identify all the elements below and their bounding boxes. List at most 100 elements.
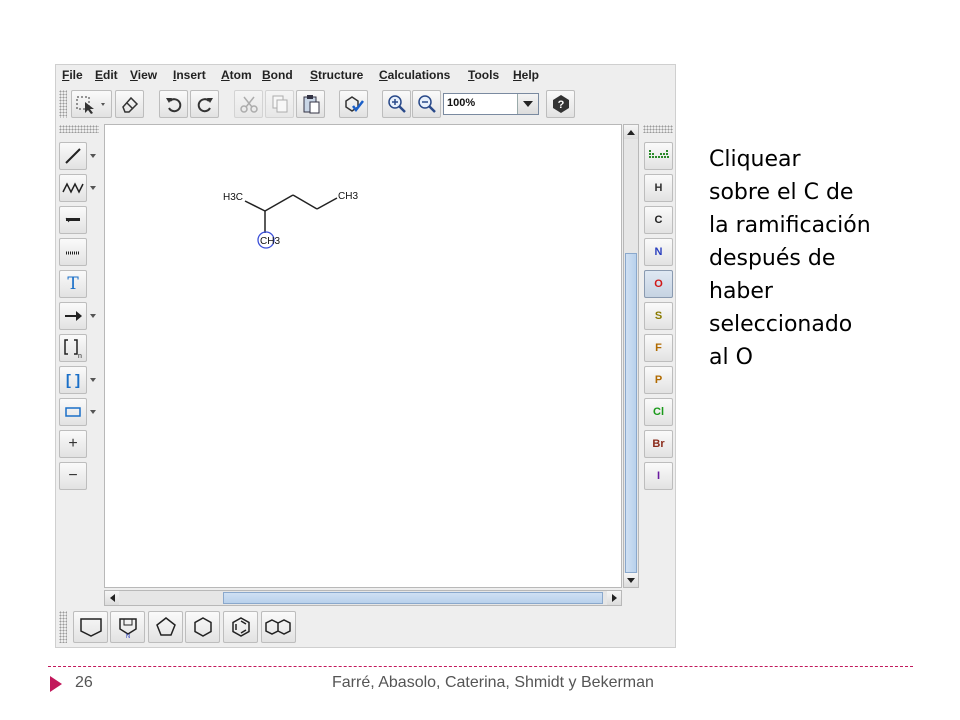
select-tool-button[interactable]	[71, 90, 112, 118]
minus-icon: −	[68, 467, 78, 484]
chevron-down-icon[interactable]	[90, 409, 96, 415]
element-button-c[interactable]: C	[644, 206, 673, 234]
horizontal-scroll-thumb[interactable]	[223, 592, 603, 604]
footer-authors: Farré, Abasolo, Caterina, Shmidt y Beker…	[332, 674, 654, 691]
menu-bar: File Edit View Insert Atom Bond Structur…	[56, 65, 675, 86]
zoom-in-button[interactable]	[382, 90, 411, 118]
bond	[244, 200, 266, 212]
instruction-line: la ramificación	[709, 213, 871, 238]
element-symbol: I	[656, 470, 661, 482]
copy-icon	[272, 95, 287, 113]
chevron-down-icon[interactable]	[90, 377, 96, 383]
menu-structure[interactable]: Structure	[310, 68, 363, 82]
rectangle-icon	[65, 407, 81, 417]
chevron-down-icon[interactable]	[90, 185, 96, 191]
eraser-icon	[121, 96, 138, 113]
element-button-p[interactable]: P	[644, 366, 673, 394]
decrease-charge-tool[interactable]: −	[59, 462, 87, 490]
repeat-bracket-tool[interactable]: n	[59, 334, 87, 362]
right-toolbar-grip[interactable]	[643, 125, 673, 133]
dashed-bond-icon	[66, 251, 80, 255]
template-cyclohexane[interactable]	[185, 611, 220, 643]
dashed-bond-tool[interactable]	[59, 238, 87, 266]
single-bond-tool[interactable]	[59, 142, 87, 170]
bracket-tool[interactable]: [ ]	[59, 366, 87, 394]
zoom-select[interactable]: 100%	[443, 93, 539, 115]
bottom-toolbar-grip[interactable]	[59, 611, 67, 643]
periodic-table-button[interactable]	[644, 142, 673, 170]
copy-button[interactable]	[265, 90, 294, 118]
chevron-down-icon[interactable]	[517, 94, 538, 114]
single-bond-icon	[65, 148, 81, 164]
scroll-down-icon[interactable]	[624, 573, 638, 587]
menu-insert[interactable]: Insert	[173, 68, 206, 82]
horizontal-scrollbar[interactable]	[104, 590, 622, 606]
element-button-i[interactable]: I	[644, 462, 673, 490]
chemical-editor-window: File Edit View Insert Atom Bond Structur…	[55, 64, 676, 648]
chevron-down-icon[interactable]	[90, 153, 96, 159]
menu-help[interactable]: Help	[513, 68, 539, 82]
element-button-h[interactable]: H	[644, 174, 673, 202]
chevron-down-icon[interactable]	[90, 313, 96, 319]
menu-edit[interactable]: Edit	[95, 68, 118, 82]
left-toolbar-grip[interactable]	[59, 125, 99, 133]
zoom-out-button[interactable]	[412, 90, 441, 118]
clean-structure-button[interactable]	[339, 90, 368, 118]
drawing-canvas[interactable]: H3C CH3 CH3	[104, 124, 622, 588]
bold-bond-tool[interactable]	[59, 206, 87, 234]
template-cyclopentane[interactable]	[148, 611, 183, 643]
scroll-up-icon[interactable]	[624, 125, 638, 139]
increase-charge-tool[interactable]: +	[59, 430, 87, 458]
erase-button[interactable]	[115, 90, 144, 118]
atom-label-ch3-right[interactable]: CH3	[338, 191, 358, 202]
vertical-scrollbar[interactable]	[623, 124, 639, 588]
redo-icon	[197, 98, 213, 113]
undo-button[interactable]	[159, 90, 188, 118]
element-button-s[interactable]: S	[644, 302, 673, 330]
template-benzene[interactable]	[223, 611, 258, 643]
element-button-br[interactable]: Br	[644, 430, 673, 458]
bond	[316, 197, 338, 210]
instruction-line: seleccionado	[709, 312, 853, 337]
element-symbol: N	[654, 246, 663, 258]
help-icon: ?	[552, 95, 569, 113]
atom-label-ch3-branch[interactable]: CH3	[260, 236, 280, 247]
element-button-cl[interactable]: Cl	[644, 398, 673, 426]
menu-calculations[interactable]: Calculations	[379, 68, 450, 82]
element-button-o[interactable]: O	[644, 270, 673, 298]
template-cyclopropane-bracket[interactable]	[73, 611, 108, 643]
element-symbol: C	[654, 214, 663, 226]
scroll-left-icon[interactable]	[105, 591, 119, 605]
instruction-line: sobre el C de	[709, 180, 854, 205]
text-icon: T	[67, 274, 79, 294]
redo-button[interactable]	[190, 90, 219, 118]
menu-file[interactable]: File	[62, 68, 83, 82]
cut-button[interactable]	[234, 90, 263, 118]
toolbar-grip[interactable]	[59, 90, 67, 118]
element-symbol: Cl	[653, 406, 664, 418]
menu-bond[interactable]: Bond	[262, 68, 293, 82]
paste-button[interactable]	[296, 90, 325, 118]
template-naphthalene[interactable]	[261, 611, 296, 643]
menu-atom[interactable]: Atom	[221, 68, 252, 82]
help-button[interactable]: ?	[546, 90, 575, 118]
rectangle-tool[interactable]	[59, 398, 87, 426]
page-number: 26	[75, 674, 93, 691]
zoom-value: 100%	[447, 97, 476, 109]
element-button-n[interactable]: N	[644, 238, 673, 266]
menu-view[interactable]: View	[130, 68, 157, 82]
chain-icon	[62, 182, 84, 194]
template-pyrrole[interactable]: N	[110, 611, 145, 643]
menu-tools[interactable]: Tools	[468, 68, 499, 82]
text-tool[interactable]: T	[59, 270, 87, 298]
atom-label-h3c[interactable]: H3C	[223, 192, 243, 203]
selection-arrow-icon	[76, 96, 105, 114]
arrow-tool[interactable]	[59, 302, 87, 330]
element-symbol: H	[654, 182, 663, 194]
vertical-scroll-thumb[interactable]	[625, 253, 637, 573]
scroll-right-icon[interactable]	[607, 591, 621, 605]
footer-divider	[48, 666, 913, 667]
element-button-f[interactable]: F	[644, 334, 673, 362]
arrow-icon	[65, 311, 82, 321]
chain-tool[interactable]	[59, 174, 87, 202]
